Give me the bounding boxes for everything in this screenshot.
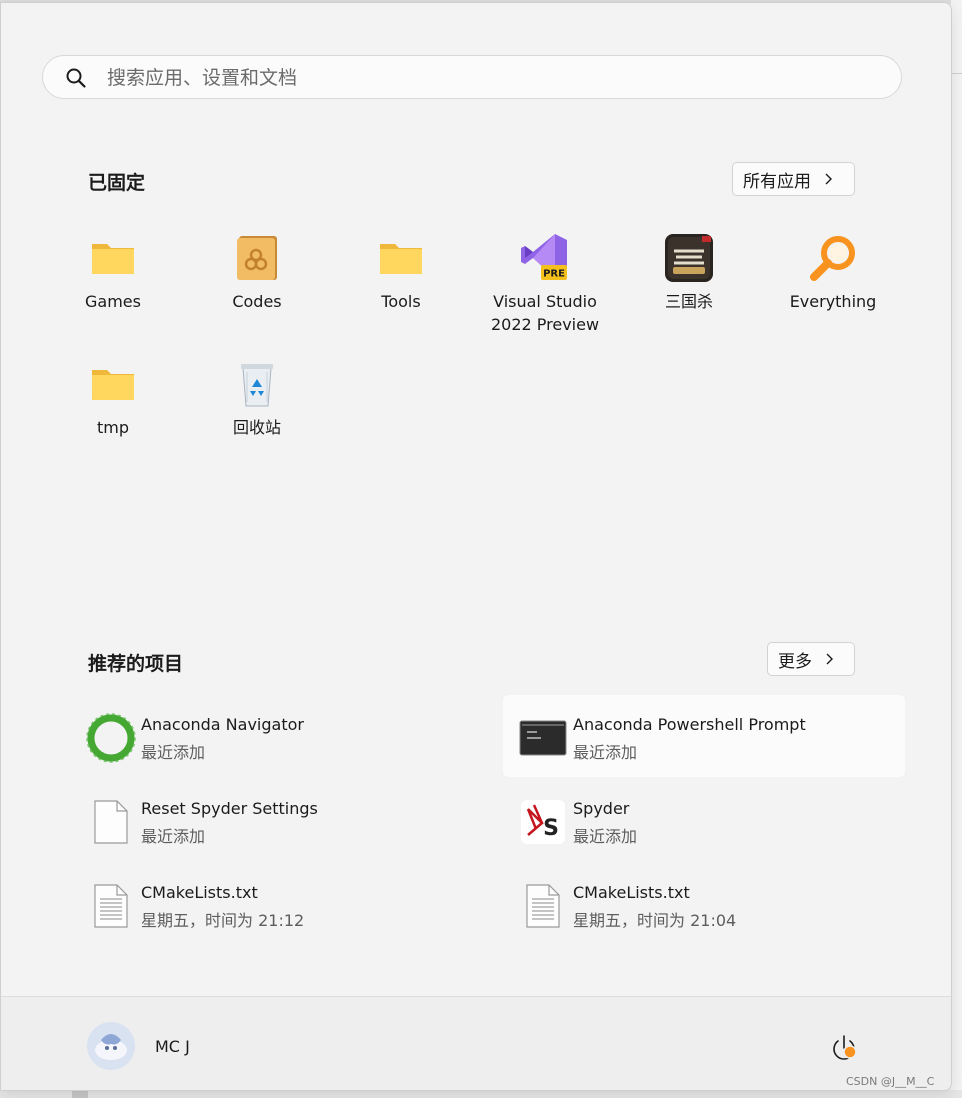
recommended-item-cmakelists-1[interactable]: CMakeLists.txt 星期五，时间为 21:12: [71, 863, 473, 945]
pinned-item-recycle-bin[interactable]: 回收站: [185, 358, 329, 470]
anaconda-icon: [85, 712, 137, 764]
recommended-item-name: CMakeLists.txt: [573, 883, 690, 902]
all-apps-label: 所有应用: [743, 171, 811, 192]
recommended-item-name: Anaconda Powershell Prompt: [573, 715, 806, 734]
search-icon: [66, 68, 86, 88]
pinned-item-everything[interactable]: Everything: [761, 232, 905, 344]
text-file-icon: [517, 880, 569, 932]
start-menu-footer: MC J: [1, 996, 951, 1090]
watermark: CSDN @J__M__C: [846, 1075, 935, 1088]
pinned-item-tools[interactable]: Tools: [329, 232, 473, 344]
pinned-item-codes[interactable]: Codes: [185, 232, 329, 344]
taskbar-edge: [0, 1090, 962, 1098]
folder-icon: [375, 232, 427, 284]
recommended-item-subtitle: 星期五，时间为 21:12: [141, 911, 305, 930]
recommended-item-anaconda-powershell[interactable]: Anaconda Powershell Prompt 最近添加: [503, 695, 905, 777]
pinned-item-label: Tools: [381, 292, 421, 311]
pinned-item-label: Everything: [789, 292, 877, 311]
background-right-edge: [951, 0, 962, 1098]
more-label: 更多: [778, 651, 812, 672]
folder-icon: [87, 232, 139, 284]
codes-folder-icon: [231, 232, 283, 284]
pinned-item-label: Games: [85, 292, 141, 311]
terminal-icon: [517, 712, 569, 764]
svg-text:S: S: [543, 816, 559, 841]
pinned-item-label: 回收站: [232, 418, 281, 437]
blank-file-icon: [85, 796, 137, 848]
pinned-item-games[interactable]: Games: [41, 232, 185, 344]
recommended-item-name: CMakeLists.txt: [141, 883, 258, 902]
user-account-button[interactable]: MC J: [87, 1022, 190, 1070]
user-name: MC J: [155, 1036, 190, 1056]
recommended-item-name: Spyder: [573, 799, 630, 818]
pinned-item-tmp[interactable]: tmp: [41, 358, 185, 470]
recommended-item-subtitle: 最近添加: [141, 827, 206, 846]
recommended-item-spyder[interactable]: S Spyder 最近添加: [503, 779, 905, 861]
pinned-item-label: Codes: [232, 292, 282, 311]
everything-search-icon: [807, 232, 859, 284]
recommended-item-cmakelists-2[interactable]: CMakeLists.txt 星期五，时间为 21:04: [503, 863, 905, 945]
visual-studio-preview-icon: PRE: [519, 232, 571, 284]
pre-badge-text: PRE: [543, 269, 565, 280]
recommended-item-anaconda-navigator[interactable]: Anaconda Navigator 最近添加: [71, 695, 473, 777]
pinned-title: 已固定: [88, 172, 146, 194]
pinned-item-sanguosha[interactable]: 三国杀: [617, 232, 761, 344]
recommended-item-subtitle: 最近添加: [573, 743, 638, 762]
recommended-item-subtitle: 最近添加: [573, 827, 638, 846]
recommended-item-subtitle: 星期五，时间为 21:04: [573, 911, 737, 930]
text-file-icon: [85, 880, 137, 932]
sanguosha-icon: [663, 232, 715, 284]
recycle-bin-icon: [231, 358, 283, 410]
power-icon: [833, 1035, 857, 1060]
avatar: [87, 1022, 135, 1070]
recommended-item-name: Anaconda Navigator: [141, 715, 304, 734]
update-badge-icon: [843, 1045, 857, 1059]
recommended-item-subtitle: 最近添加: [141, 743, 206, 762]
start-menu: 已固定 所有应用 Games Codes Tools PR: [0, 2, 952, 1091]
chevron-right-icon: [826, 653, 833, 665]
pinned-item-visual-studio[interactable]: PRE Visual Studio 2022 Preview: [473, 232, 617, 344]
folder-icon: [87, 358, 139, 410]
power-button[interactable]: [827, 1031, 861, 1065]
search-input[interactable]: [105, 56, 889, 100]
chevron-right-icon: [825, 173, 832, 185]
spyder-icon: S: [517, 796, 569, 848]
more-button[interactable]: 更多: [767, 642, 855, 676]
pinned-item-label: tmp: [96, 418, 129, 437]
all-apps-button[interactable]: 所有应用: [732, 162, 855, 196]
search-box[interactable]: [42, 55, 902, 100]
recommended-item-reset-spyder[interactable]: Reset Spyder Settings 最近添加: [71, 779, 473, 861]
recommended-title: 推荐的项目: [88, 653, 184, 675]
pinned-item-label: 三国杀: [664, 292, 713, 311]
recommended-item-name: Reset Spyder Settings: [141, 799, 318, 818]
pinned-item-label: Visual Studio 2022 Preview: [490, 292, 600, 334]
